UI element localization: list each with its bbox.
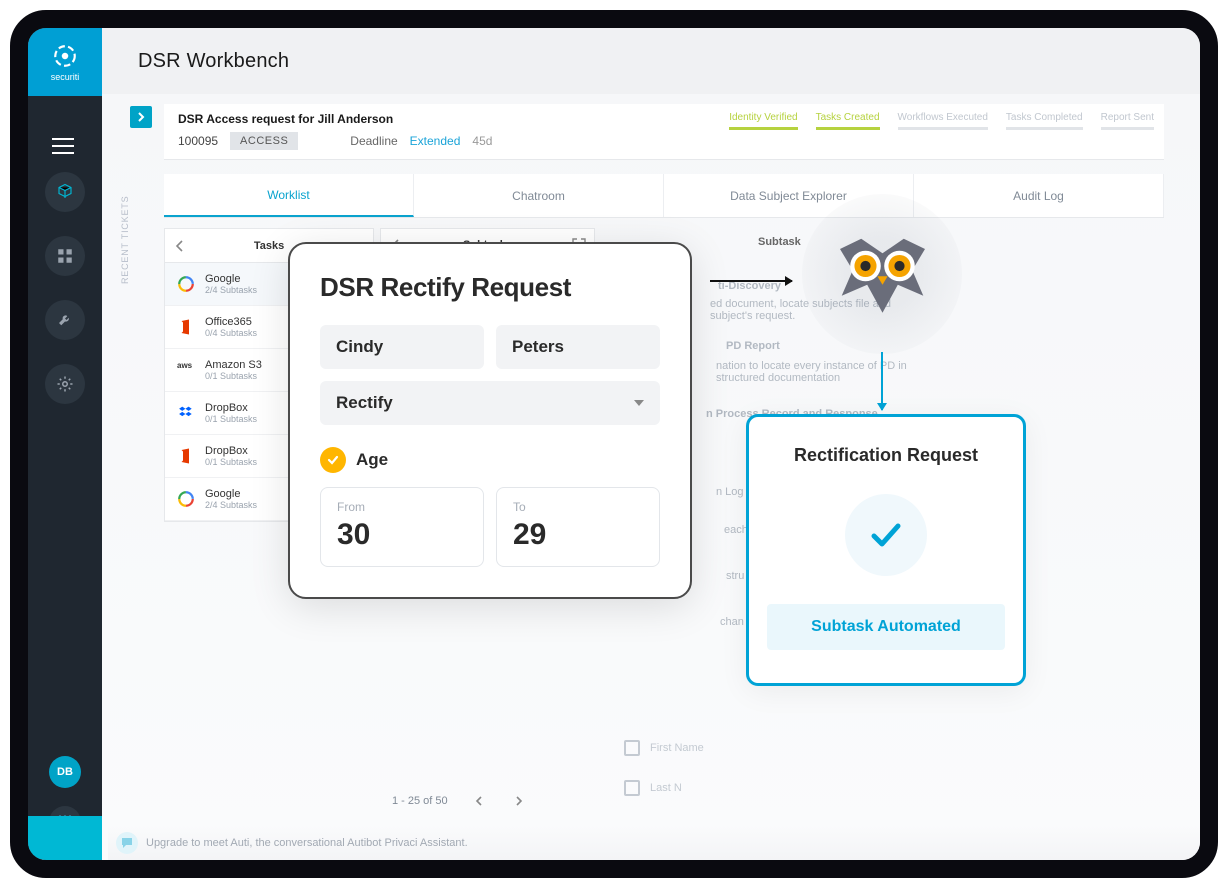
pager-prev-button[interactable] <box>470 792 488 810</box>
from-value-box[interactable]: From 30 <box>320 487 484 567</box>
page-title: DSR Workbench <box>138 50 289 73</box>
pagination: 1 - 25 of 50 <box>392 788 528 814</box>
back-icon[interactable] <box>173 239 187 253</box>
aws-icon: aws <box>177 361 195 379</box>
google-icon <box>177 275 195 293</box>
topbar: DSR Workbench <box>102 28 1200 94</box>
chat-bubble-icon[interactable] <box>116 832 138 854</box>
brand-logo[interactable]: securiti <box>28 28 102 96</box>
request-id: 100095 <box>178 134 218 148</box>
auti-owl-avatar <box>802 194 962 354</box>
chevron-right-icon <box>136 112 146 122</box>
pager-text: 1 - 25 of 50 <box>392 795 448 807</box>
chevron-down-icon <box>634 400 644 406</box>
deadline-status: Extended <box>410 134 461 148</box>
deadline-days: 45d <box>472 134 492 148</box>
pager-next-button[interactable] <box>510 792 528 810</box>
owl-icon <box>830 232 935 317</box>
office-icon <box>177 447 195 465</box>
checkbox[interactable] <box>624 780 640 796</box>
rectify-request-modal: DSR Rectify Request Cindy Peters Rectify… <box>288 242 692 599</box>
subtask-automated-button[interactable]: Subtask Automated <box>767 604 1005 650</box>
checkbox[interactable] <box>624 740 640 756</box>
dropbox-icon <box>177 404 195 422</box>
arrow-down-connector <box>881 352 883 410</box>
step-workflows-executed: Workflows Executed <box>898 112 988 123</box>
google-icon <box>177 490 195 508</box>
success-check-icon <box>845 494 927 576</box>
brand-icon <box>52 43 78 69</box>
from-value: 30 <box>337 518 467 552</box>
attribute-label: Age <box>356 450 388 470</box>
check-badge-icon <box>320 447 346 473</box>
action-value: Rectify <box>336 393 393 413</box>
deadline-label: Deadline <box>350 134 397 148</box>
step-report-sent: Report Sent <box>1101 112 1154 123</box>
nav-wrench-icon[interactable] <box>45 300 85 340</box>
office-icon <box>177 318 195 336</box>
action-select[interactable]: Rectify <box>320 381 660 425</box>
arrow-connector <box>710 280 792 282</box>
to-value: 29 <box>513 518 643 552</box>
sidebar-accent <box>28 816 102 860</box>
menu-icon[interactable] <box>52 138 74 154</box>
main-area: RECENT TICKETS DSR Access request for Ji… <box>102 94 1200 860</box>
workflow-steps: Identity Verified Tasks Created Workflow… <box>729 112 1154 130</box>
view-tabs: Worklist Chatroom Data Subject Explorer … <box>164 174 1164 218</box>
modal-title: DSR Rectify Request <box>320 272 660 303</box>
first-name-input[interactable]: Cindy <box>320 325 484 369</box>
to-value-box[interactable]: To 29 <box>496 487 660 567</box>
footer-text: Upgrade to meet Auti, the conversational… <box>146 837 468 849</box>
nav-cube-icon[interactable] <box>45 172 85 212</box>
step-identity-verified: Identity Verified <box>729 112 797 123</box>
step-tasks-created: Tasks Created <box>816 112 880 123</box>
task-name: Google <box>205 273 257 285</box>
to-label: To <box>513 500 643 514</box>
tab-chatroom[interactable]: Chatroom <box>414 174 664 217</box>
tasks-header-label: Tasks <box>254 240 284 252</box>
automation-result-card: Rectification Request Subtask Automated <box>746 414 1026 686</box>
nav-gear-icon[interactable] <box>45 364 85 404</box>
request-header: DSR Access request for Jill Anderson 100… <box>164 104 1164 160</box>
step-tasks-completed: Tasks Completed <box>1006 112 1083 123</box>
nav-grid-icon[interactable] <box>45 236 85 276</box>
user-avatar[interactable]: DB <box>49 756 81 788</box>
app-sidebar: securiti DB <box>28 28 102 860</box>
recent-tickets-label[interactable]: RECENT TICKETS <box>120 154 130 284</box>
automation-title: Rectification Request <box>794 445 978 466</box>
tab-worklist[interactable]: Worklist <box>164 174 414 217</box>
brand-text: securiti <box>51 72 80 82</box>
last-name-input[interactable]: Peters <box>496 325 660 369</box>
task-sub: 2/4 Subtasks <box>205 285 257 295</box>
attribute-checkboxes: First Name Last N <box>624 740 704 820</box>
subtask-label: Subtask <box>758 236 801 248</box>
from-label: From <box>337 500 467 514</box>
footer-tip: Upgrade to meet Auti, the conversational… <box>108 826 1200 860</box>
collapse-panel-button[interactable] <box>130 106 152 128</box>
request-type-badge: ACCESS <box>230 132 298 150</box>
